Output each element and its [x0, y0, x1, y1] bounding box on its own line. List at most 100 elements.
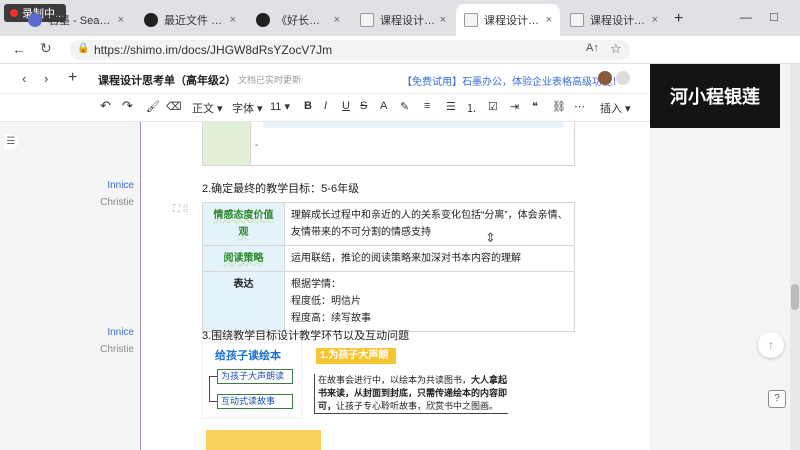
insert-label: 插入: [600, 103, 622, 115]
table-header-cell[interactable]: 情感态度价值观: [202, 202, 285, 246]
streamer-name-overlay: 河小程银莲: [650, 64, 780, 128]
italic-button[interactable]: I: [324, 100, 327, 112]
document-page: - 2.确定最终的教学目标：5-6年级 ⛶ ⁞⁞ 情感态度价值观 理解成长过程中…: [140, 122, 650, 450]
tab-label: 最近文件 - 石墨文档: [164, 15, 226, 27]
tab-course-design-active[interactable]: 课程设计思考单（高×: [456, 4, 560, 36]
help-icon[interactable]: ?: [768, 390, 786, 408]
back-arrow-icon[interactable]: ←: [12, 41, 26, 57]
redo-icon[interactable]: ↷: [122, 98, 133, 114]
font-family-select[interactable]: 字体 ▾: [232, 100, 263, 116]
header-text: 情感态度价值观: [213, 210, 274, 238]
comment-author[interactable]: Innice: [0, 180, 134, 191]
table-header-cell[interactable]: 阅读策略: [202, 245, 285, 272]
bullet-list-icon[interactable]: ☰: [446, 100, 456, 113]
table-header-cell[interactable]: 表达: [202, 271, 285, 332]
callout-body: 在故事会进行中，以绘本为共读图书，大人拿起书来读，从封面到封底，只需传递绘本的内…: [314, 374, 508, 414]
numbered-list-icon[interactable]: ⒈: [466, 100, 477, 116]
callout-title: 1.为孩子大声朗读: [316, 348, 396, 377]
tab-search[interactable]: 石墨 - Search ×: [20, 4, 132, 36]
scrollbar-track[interactable]: [790, 64, 800, 450]
paragraph-style-select[interactable]: 正文 ▾: [192, 100, 223, 116]
document-canvas: ☰ Innice Christie Innice Christie - 2.确定…: [0, 122, 790, 450]
diagram-bracket: [209, 376, 217, 402]
callout-text: 在故事会进行中，以绘本为共读图书，: [318, 375, 472, 385]
shimo-favicon-icon: [256, 13, 270, 27]
tab-course-design-3[interactable]: 课程设计思考单（高×: [562, 4, 666, 36]
diagram-left-panel[interactable]: 给孩子读绘本 为孩子大声朗读 互动式读故事: [202, 342, 302, 418]
doc-title[interactable]: 课程设计思考单（高年级2）: [98, 72, 236, 88]
table-cell[interactable]: 根据学情： 程度低：明信片 程度高：续写故事: [284, 271, 575, 332]
callout-text: 让孩子专心聆听故事，欣赏书中之图画。: [336, 401, 499, 411]
diagram-callout[interactable]: 1.为孩子大声朗读 在故事会进行中，以绘本为共读图书，大人拿起书来读，从封面到封…: [312, 342, 513, 418]
text-color-icon[interactable]: A: [380, 100, 387, 112]
browser-tab-bar: 录制中... 石墨 - Search× 最近文件 - 石墨文档× 《好长好长的蛇…: [0, 0, 800, 36]
address-bar: ← ↻ 🔒 https://shimo.im/docs/JHGW8dRsYZoc…: [0, 36, 800, 64]
align-icon[interactable]: ≡: [424, 100, 430, 112]
insert-menu[interactable]: 插入 ▾: [600, 100, 631, 116]
cursor-mark: -: [255, 140, 259, 151]
close-icon[interactable]: ×: [114, 14, 124, 26]
table-row: 阅读策略 运用联结，推论的阅读策略来加深对书本内容的理解: [202, 245, 575, 272]
chevron-left-icon[interactable]: ‹: [22, 71, 26, 86]
bold-button[interactable]: B: [304, 100, 312, 112]
shimo-favicon-icon: [28, 13, 42, 27]
url-field[interactable]: 🔒 https://shimo.im/docs/JHGW8dRsYZocV7Jm: [70, 40, 630, 60]
table-row: 表达 根据学情： 程度低：明信片 程度高：续写故事: [202, 271, 575, 332]
checklist-icon[interactable]: ☑: [488, 100, 498, 113]
doc-favicon-icon: [360, 13, 374, 27]
tab-snake-book[interactable]: 《好长好长的蛇》×: [248, 4, 348, 36]
minimize-button[interactable]: —: [740, 10, 752, 24]
doc-favicon-icon: [570, 13, 584, 27]
save-status: 文档已实时更新: [238, 75, 302, 85]
comment-sub[interactable]: Christie: [0, 197, 134, 208]
close-icon[interactable]: ×: [436, 14, 446, 26]
new-doc-button[interactable]: +: [68, 69, 77, 87]
close-icon[interactable]: ×: [226, 14, 236, 26]
editor-header: ‹ › + 课程设计思考单（高年级2） 文档已实时更新 【免费试用】石墨办公，体…: [0, 64, 650, 94]
doc-favicon-icon: [464, 13, 478, 27]
comment-author[interactable]: Innice: [0, 327, 134, 338]
section-3-title[interactable]: 3.围绕教学目标设计教学环节以及互动问题: [202, 327, 409, 343]
table-cell[interactable]: 理解成长过程中和亲近的人的关系变化包括“分离”，体会亲情、友情带来的不可分割的情…: [284, 202, 575, 246]
tab-label: 课程设计思考单（高: [484, 15, 542, 27]
maximize-button[interactable]: □: [770, 9, 778, 24]
tab-course-design-1[interactable]: 课程设计思考单（高×: [352, 4, 454, 36]
reload-icon[interactable]: ↻: [40, 40, 52, 57]
underline-button[interactable]: U: [342, 100, 350, 112]
quote-icon[interactable]: ❝: [532, 100, 538, 113]
cell-line: 根据学情：: [291, 279, 341, 290]
tab-recent-files[interactable]: 最近文件 - 石墨文档×: [136, 4, 244, 36]
avatar[interactable]: [598, 71, 612, 85]
chevron-right-icon[interactable]: ›: [44, 71, 48, 86]
undo-icon[interactable]: ↶: [100, 98, 111, 114]
section-2-title[interactable]: 2.确定最终的教学目标：5-6年级: [202, 180, 359, 196]
header-text: 阅读策略: [223, 253, 264, 264]
font-size-select[interactable]: 11 ▾: [270, 100, 290, 113]
clear-format-icon[interactable]: ⌫: [166, 100, 182, 113]
back-to-top-button[interactable]: ↑: [758, 332, 784, 358]
collaborator-avatar[interactable]: [616, 71, 630, 85]
read-aloud-icon[interactable]: A↑: [586, 42, 599, 54]
comment-sub[interactable]: Christie: [0, 344, 134, 355]
format-painter-icon[interactable]: 🖌: [146, 100, 160, 113]
font-value: 字体: [232, 103, 254, 115]
close-icon[interactable]: ×: [330, 14, 340, 26]
promo-link[interactable]: 【免费试用】石墨办公，体验企业表格高级功能！: [402, 73, 622, 88]
strike-button[interactable]: S: [360, 100, 367, 112]
close-icon[interactable]: ×: [542, 14, 552, 26]
link-icon[interactable]: ⛓: [552, 100, 566, 113]
highlight-icon[interactable]: ✎: [400, 100, 409, 113]
record-dot-icon: [10, 9, 18, 17]
table-cell[interactable]: 运用联结，推论的阅读策略来加深对书本内容的理解: [284, 245, 575, 272]
diagram-step-2: 互动式读故事: [217, 394, 293, 409]
close-icon[interactable]: ×: [648, 14, 658, 26]
table-drag-handle-icon[interactable]: ⛶ ⁞⁞: [173, 204, 188, 215]
indent-icon[interactable]: ⇥: [510, 100, 519, 113]
table-row: 情感态度价值观 理解成长过程中和亲近的人的关系变化包括“分离”，体会亲情、友情带…: [202, 202, 575, 246]
favorite-star-icon[interactable]: ☆: [610, 41, 622, 57]
scrollbar-thumb[interactable]: [791, 284, 799, 310]
new-tab-button[interactable]: +: [674, 10, 683, 28]
style-value: 正文: [192, 103, 214, 115]
outline-toggle-icon[interactable]: ☰: [4, 134, 18, 150]
more-icon[interactable]: ⋯: [574, 100, 585, 113]
